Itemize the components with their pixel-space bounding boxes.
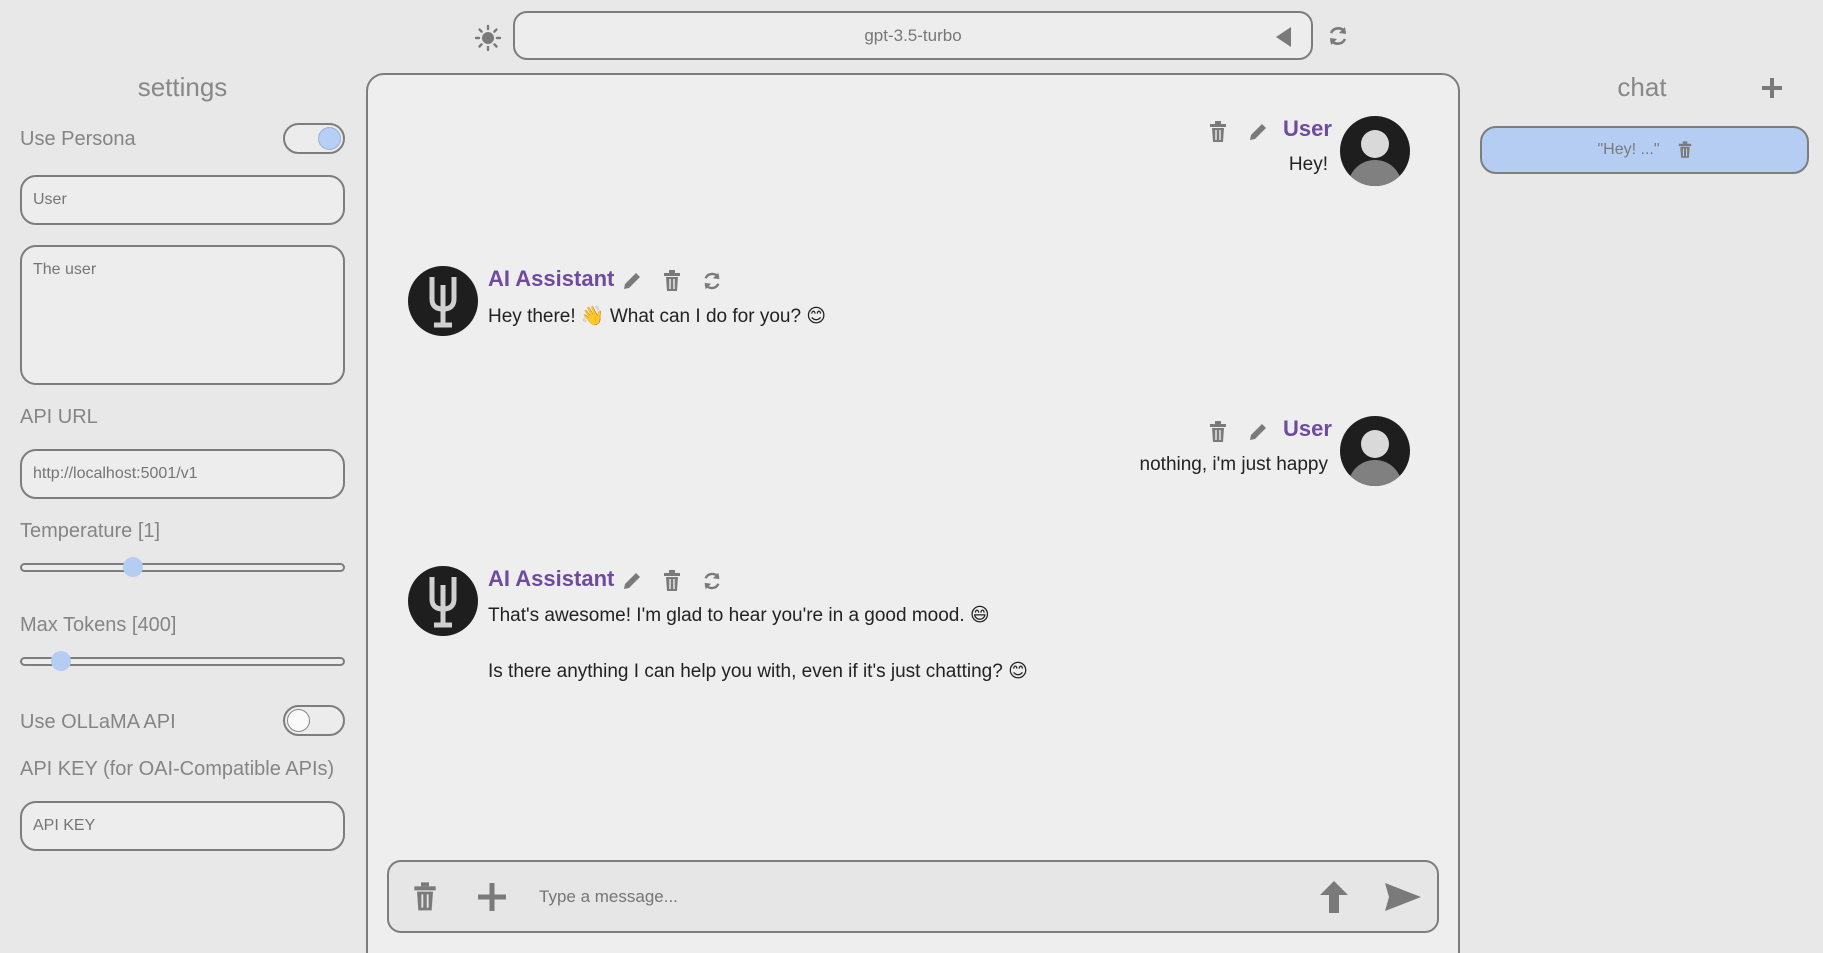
slider-thumb[interactable] bbox=[123, 557, 143, 577]
refresh-icon bbox=[704, 272, 720, 290]
model-select-value: gpt-3.5-turbo bbox=[864, 25, 962, 45]
use-persona-label: Use Persona bbox=[20, 128, 136, 150]
message-text: Is there anything I can help you with, e… bbox=[488, 661, 1028, 682]
chat-panel: User Hey! AI Assistant Hey there! 👋 What… bbox=[366, 73, 1460, 953]
api-url-label: API URL bbox=[20, 406, 98, 428]
pencil-icon bbox=[624, 273, 640, 289]
regenerate-message-button[interactable] bbox=[700, 269, 724, 293]
send-button[interactable] bbox=[1384, 882, 1422, 912]
message-input[interactable] bbox=[539, 881, 1239, 913]
tuning-fork-icon bbox=[429, 577, 457, 628]
delete-message-button[interactable] bbox=[1206, 120, 1230, 144]
message-author: User bbox=[1283, 116, 1332, 141]
message-composer bbox=[387, 860, 1439, 933]
toggle-knob bbox=[318, 127, 341, 150]
message-author: User bbox=[1283, 416, 1332, 441]
chat-list-item[interactable]: "Hey! ..." bbox=[1480, 126, 1809, 174]
regenerate-message-button[interactable] bbox=[700, 569, 724, 593]
pencil-icon bbox=[1250, 424, 1266, 440]
arrow-up-icon bbox=[1320, 881, 1348, 913]
chat-item-label: "Hey! ..." bbox=[1597, 141, 1660, 158]
temperature-slider[interactable] bbox=[20, 557, 345, 577]
use-ollama-label: Use OLLaMA API bbox=[20, 711, 176, 733]
delete-message-button[interactable] bbox=[660, 269, 684, 293]
send-as-user-button[interactable] bbox=[1318, 880, 1350, 914]
trash-icon bbox=[664, 570, 680, 591]
api-url-input[interactable] bbox=[20, 449, 345, 499]
refresh-icon bbox=[1329, 27, 1347, 45]
api-key-label: API KEY (for OAI-Compatible APIs) bbox=[20, 758, 335, 780]
message-text: nothing, i'm just happy bbox=[1139, 454, 1328, 475]
user-avatar bbox=[1340, 416, 1410, 486]
edit-message-button[interactable] bbox=[620, 269, 644, 293]
refresh-models-button[interactable] bbox=[1322, 20, 1354, 52]
max-tokens-label: Max Tokens [400] bbox=[20, 614, 177, 636]
persona-name-input[interactable] bbox=[20, 175, 345, 225]
trash-icon bbox=[664, 270, 680, 291]
delete-message-button[interactable] bbox=[1206, 420, 1230, 444]
max-tokens-slider[interactable] bbox=[20, 651, 345, 671]
settings-title: settings bbox=[137, 72, 228, 102]
toggle-knob bbox=[287, 709, 310, 732]
plus-icon bbox=[478, 883, 506, 911]
temperature-label: Temperature [1] bbox=[20, 520, 161, 542]
use-persona-toggle[interactable] bbox=[283, 123, 345, 154]
sun-icon bbox=[474, 24, 502, 52]
model-select[interactable]: gpt-3.5-turbo bbox=[513, 11, 1313, 60]
add-attachment-button[interactable] bbox=[477, 882, 507, 912]
tuning-fork-icon bbox=[429, 277, 457, 328]
delete-message-button[interactable] bbox=[660, 569, 684, 593]
refresh-icon bbox=[704, 572, 720, 590]
edit-message-button[interactable] bbox=[1246, 120, 1270, 144]
send-icon bbox=[1385, 883, 1421, 911]
message-text: Hey there! 👋 What can I do for you? 😊 bbox=[488, 306, 827, 327]
user-avatar bbox=[1340, 116, 1410, 186]
persona-description-input[interactable] bbox=[20, 245, 345, 385]
caret-left-icon bbox=[1276, 27, 1291, 47]
theme-toggle-button[interactable] bbox=[470, 20, 506, 56]
pencil-icon bbox=[624, 573, 640, 589]
clear-chat-button[interactable] bbox=[410, 882, 440, 912]
edit-message-button[interactable] bbox=[1246, 420, 1270, 444]
slider-thumb[interactable] bbox=[51, 651, 71, 671]
plus-icon bbox=[1762, 78, 1782, 98]
message-author: AI Assistant bbox=[488, 266, 615, 291]
new-chat-button[interactable] bbox=[1756, 72, 1788, 104]
assistant-avatar bbox=[408, 566, 478, 636]
delete-chat-button[interactable] bbox=[1678, 141, 1692, 159]
chat-list-title: chat bbox=[1617, 72, 1667, 102]
trash-icon bbox=[1210, 421, 1226, 442]
pencil-icon bbox=[1250, 124, 1266, 140]
message-text: That's awesome! I'm glad to hear you're … bbox=[488, 605, 990, 626]
edit-message-button[interactable] bbox=[620, 569, 644, 593]
trash-icon bbox=[414, 882, 436, 911]
api-key-input[interactable] bbox=[20, 801, 345, 851]
trash-icon bbox=[1678, 141, 1691, 158]
message-text: Hey! bbox=[1288, 154, 1328, 175]
trash-icon bbox=[1210, 121, 1226, 142]
message-author: AI Assistant bbox=[488, 566, 615, 591]
assistant-avatar bbox=[408, 266, 478, 336]
use-ollama-toggle[interactable] bbox=[283, 705, 345, 736]
